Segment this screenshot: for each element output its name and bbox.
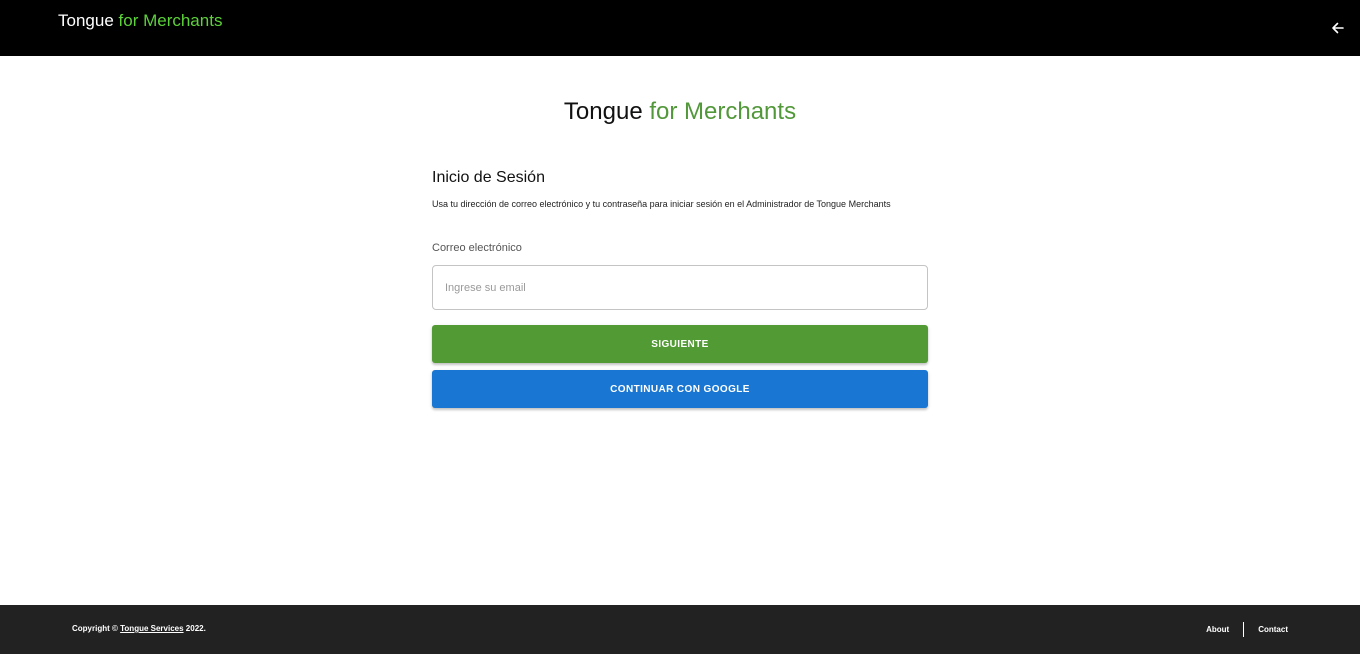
page-title-main: Tongue [563, 98, 643, 125]
page-title: Tongue for Merchants [0, 98, 1360, 126]
brand-logo[interactable]: Tongue for Merchants [58, 11, 222, 31]
login-heading: Inicio de Sesión [432, 169, 545, 186]
email-label: Correo electrónico [432, 242, 522, 254]
copyright-text: Copyright © Tongue Services 2022. [72, 624, 206, 634]
next-button[interactable]: SIGUIENTE [432, 325, 928, 363]
contact-link[interactable]: Contact [1258, 625, 1288, 634]
copyright-prefix: Copyright © [72, 624, 118, 633]
brand-name: Tongue [58, 11, 114, 30]
arrow-left-icon [1332, 22, 1344, 34]
login-description: Usa tu dirección de correo electrónico y… [432, 199, 891, 209]
email-field[interactable] [432, 265, 928, 310]
copyright-year: 2022. [185, 624, 206, 633]
company-link[interactable]: Tongue Services [120, 624, 183, 633]
google-signin-button[interactable]: CONTINUAR CON GOOGLE [432, 370, 928, 408]
footer-links: About Contact [1206, 622, 1288, 637]
page-title-accent: for Merchants [649, 98, 797, 125]
footer: Copyright © Tongue Services 2022. About … [0, 605, 1360, 654]
about-link[interactable]: About [1206, 625, 1229, 634]
back-button[interactable] [1328, 18, 1348, 38]
top-navbar: Tongue for Merchants [0, 0, 1360, 56]
footer-divider [1243, 622, 1245, 637]
brand-tagline: for Merchants [118, 11, 223, 30]
